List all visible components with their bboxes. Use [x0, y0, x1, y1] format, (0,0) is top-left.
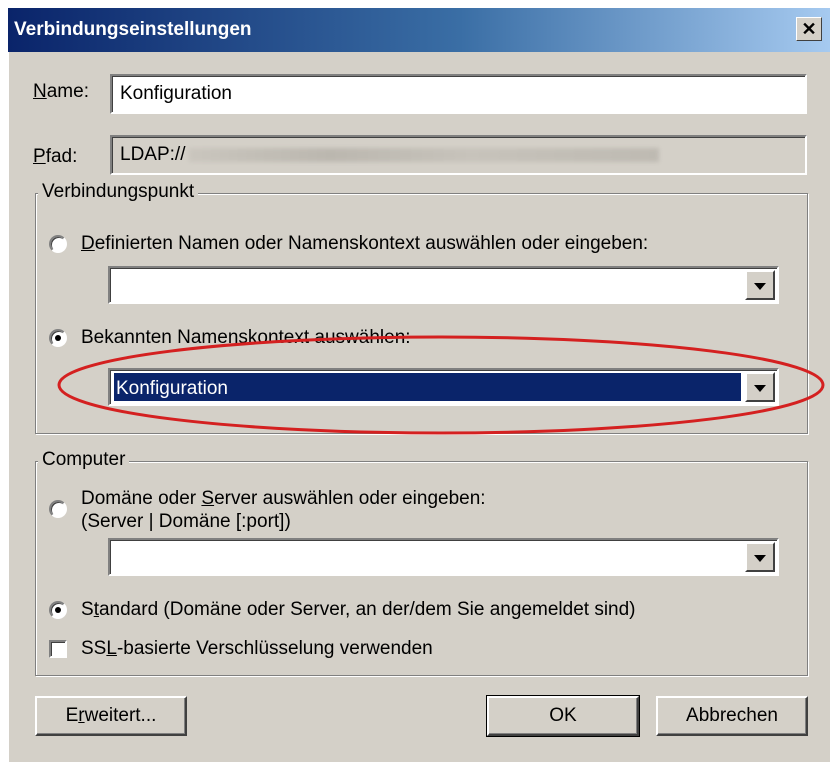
radio-defined-name[interactable]	[49, 235, 67, 253]
radio-defined-name-label[interactable]: Definierten Namen oder Namenskontext aus…	[81, 233, 648, 255]
advanced-button[interactable]: Erweitert...	[35, 696, 187, 736]
ssl-checkbox-label[interactable]: SSL-basierte Verschlüsselung verwenden	[81, 638, 433, 660]
computer-group-label: Computer	[38, 449, 130, 471]
redacted-path	[189, 147, 660, 162]
dropdown-button[interactable]	[745, 542, 775, 572]
radio-default-label[interactable]: Standard (Domäne oder Server, an der/dem…	[81, 599, 636, 621]
window-title: Verbindungseinstellungen	[14, 19, 252, 40]
path-label: Pfad:	[33, 146, 78, 167]
radio-known-context-label[interactable]: Bekannten Namenskontext auswählen:	[81, 327, 411, 349]
radio-domain-server-hint: (Server | Domäne [:port])	[81, 511, 291, 532]
name-label: Name:	[33, 81, 89, 102]
defined-name-combo[interactable]	[108, 266, 779, 304]
chevron-down-icon	[754, 555, 766, 562]
ssl-checkbox[interactable]	[49, 640, 67, 658]
dropdown-button[interactable]	[745, 270, 775, 300]
radio-selected-dot	[55, 335, 61, 341]
title-bar[interactable]: Verbindungseinstellungen ✕	[8, 8, 830, 52]
dropdown-button[interactable]	[745, 372, 775, 402]
chevron-down-icon	[754, 283, 766, 290]
radio-default[interactable]	[49, 601, 67, 619]
server-combo[interactable]	[108, 538, 779, 576]
radio-domain-server-label[interactable]: Domäne oder Server auswählen oder eingeb…	[81, 488, 486, 510]
path-field: LDAP://	[110, 135, 807, 175]
chevron-down-icon	[754, 385, 766, 392]
radio-selected-dot	[55, 607, 61, 613]
close-button[interactable]: ✕	[796, 17, 822, 41]
known-context-combo[interactable]: Konfiguration	[108, 368, 779, 406]
radio-known-context[interactable]	[49, 329, 67, 347]
ok-button[interactable]: OK	[486, 695, 640, 737]
close-icon: ✕	[801, 19, 817, 39]
connection-point-group-label: Verbindungspunkt	[38, 181, 199, 203]
radio-domain-server[interactable]	[49, 500, 67, 518]
name-input[interactable]: Konfiguration	[110, 74, 807, 114]
cancel-button[interactable]: Abbrechen	[656, 696, 808, 736]
